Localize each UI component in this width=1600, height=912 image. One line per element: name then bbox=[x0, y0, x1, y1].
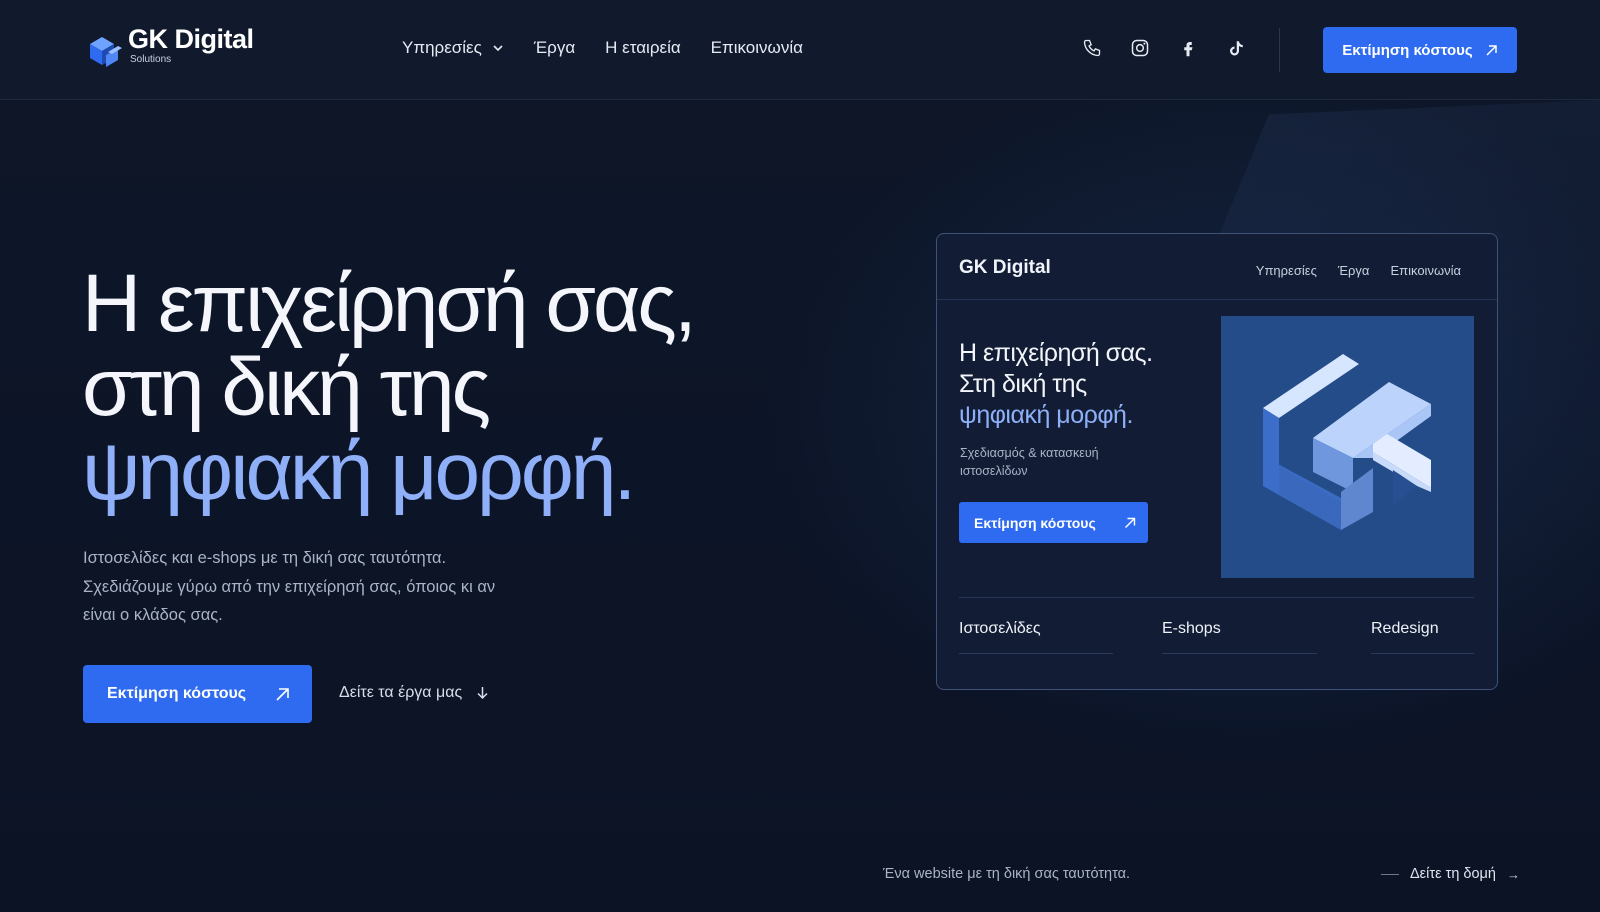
logo[interactable]: GK Digital Solutions bbox=[84, 26, 274, 72]
preview-title: Η επιχείρησή σας. Στη δική της ψηφιακή μ… bbox=[959, 338, 1153, 431]
preview-nav-item: Έργα bbox=[1337, 263, 1370, 278]
hero-title-line: στη δική της bbox=[82, 342, 491, 433]
preview-subtitle: Σχεδιασμός & κατασκευή ιστοσελίδων bbox=[960, 446, 1099, 478]
logo-name: GK Digital bbox=[128, 24, 254, 54]
nav-link-label: Η εταιρεία bbox=[605, 38, 681, 57]
logo-tagline: Solutions bbox=[130, 54, 172, 65]
social-icons bbox=[1080, 36, 1272, 60]
hero-subtitle: Ιστοσελίδες και e-shops με τη δική σας τ… bbox=[83, 549, 496, 624]
preview-cost-estimate-button: Εκτίμηση κόστους bbox=[959, 502, 1148, 543]
main-menu: Υπηρεσίες Έργα Η εταιρεία Επικοινωνία bbox=[402, 38, 833, 58]
arrow-up-right-icon bbox=[1125, 517, 1136, 528]
preview-tab-redesign: Redesign bbox=[1371, 620, 1474, 654]
preview-logo-illustration bbox=[1221, 316, 1474, 578]
preview-nav-item: Επικοινωνία bbox=[1390, 263, 1461, 278]
preview-title-line: Στη δική της bbox=[959, 370, 1087, 398]
preview-nav: Υπηρεσίες Έργα Επικοινωνία bbox=[1235, 263, 1461, 278]
hero-title-line: Η επιχείρησή σας, bbox=[82, 258, 697, 349]
view-structure-label: Δείτε τη δομή bbox=[1410, 866, 1496, 882]
preview-header: GK Digital Υπηρεσίες Έργα Επικοινωνία bbox=[937, 234, 1497, 300]
dash-line bbox=[1381, 873, 1399, 875]
preview-tab-eshops: E-shops bbox=[1162, 620, 1317, 654]
hero-cost-estimate-button[interactable]: Εκτίμηση κόστους bbox=[83, 665, 312, 723]
nav-link-services[interactable]: Υπηρεσίες bbox=[402, 38, 504, 58]
preview-divider bbox=[959, 597, 1474, 598]
hero-title: Η επιχείρησή σας, στη δική της ψηφιακή μ… bbox=[82, 262, 802, 514]
preview-nav-item: Υπηρεσίες bbox=[1255, 263, 1317, 278]
nav-link-contact[interactable]: Επικοινωνία bbox=[711, 38, 803, 58]
instagram-icon[interactable] bbox=[1128, 36, 1152, 60]
preview-title-line: Η επιχείρησή σας. bbox=[959, 339, 1153, 367]
nav-link-projects[interactable]: Έργα bbox=[534, 38, 575, 58]
nav-link-label: Υπηρεσίες bbox=[402, 38, 482, 57]
preview-title-accent: ψηφιακή μορφή. bbox=[959, 401, 1133, 429]
preview-cta-label: Εκτίμηση κόστους bbox=[974, 514, 1096, 531]
nav-link-label: Επικοινωνία bbox=[710, 38, 803, 57]
preview-tabs: Ιστοσελίδες E-shops Redesign bbox=[959, 620, 1474, 660]
facebook-icon[interactable] bbox=[1176, 36, 1200, 60]
tiktok-icon[interactable] bbox=[1224, 36, 1248, 60]
website-preview-card: GK Digital Υπηρεσίες Έργα Επικοινωνία Η … bbox=[936, 233, 1498, 690]
arrow-up-right-icon bbox=[276, 688, 289, 701]
arrow-down-icon bbox=[477, 687, 488, 700]
cost-estimate-label: Εκτίμηση κόστους bbox=[1342, 41, 1473, 59]
cost-estimate-button[interactable]: Εκτίμηση κόστους bbox=[1323, 27, 1517, 73]
view-projects-label: Δείτε τα έργα μας bbox=[339, 684, 463, 701]
nav-divider bbox=[1279, 28, 1280, 72]
logo-icon bbox=[90, 37, 122, 67]
chevron-down-icon bbox=[493, 45, 503, 52]
hero-title-accent: ψηφιακή μορφή. bbox=[82, 426, 636, 517]
nav-link-company[interactable]: Η εταιρεία bbox=[605, 38, 681, 58]
arrow-up-right-icon bbox=[1486, 44, 1497, 56]
view-projects-link[interactable]: Δείτε τα έργα μας bbox=[339, 684, 489, 702]
arrow-right-icon: → bbox=[1506, 866, 1520, 882]
top-navbar: GK Digital Solutions Υπηρεσίες Έργα Η ετ… bbox=[0, 0, 1600, 100]
hero-cta-label: Εκτίμηση κόστους bbox=[107, 685, 247, 702]
preview-tab-websites: Ιστοσελίδες bbox=[959, 620, 1113, 654]
nav-link-label: Έργα bbox=[533, 38, 576, 57]
preview-brand: GK Digital bbox=[959, 257, 1051, 278]
view-structure-link[interactable]: Δείτε τη δομή → bbox=[1381, 866, 1520, 882]
phone-icon[interactable] bbox=[1080, 36, 1104, 60]
bottom-caption: Ένα website με τη δική σας ταυτότητα. bbox=[883, 866, 1131, 882]
